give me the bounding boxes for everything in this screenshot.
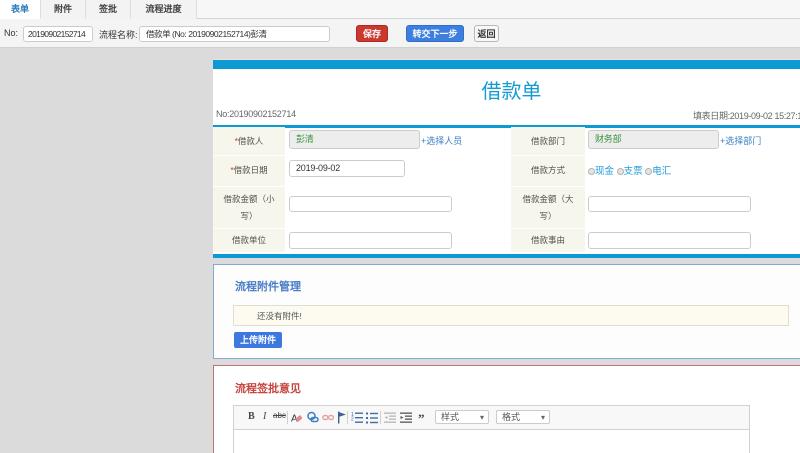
svg-text:2: 2 — [351, 417, 354, 423]
